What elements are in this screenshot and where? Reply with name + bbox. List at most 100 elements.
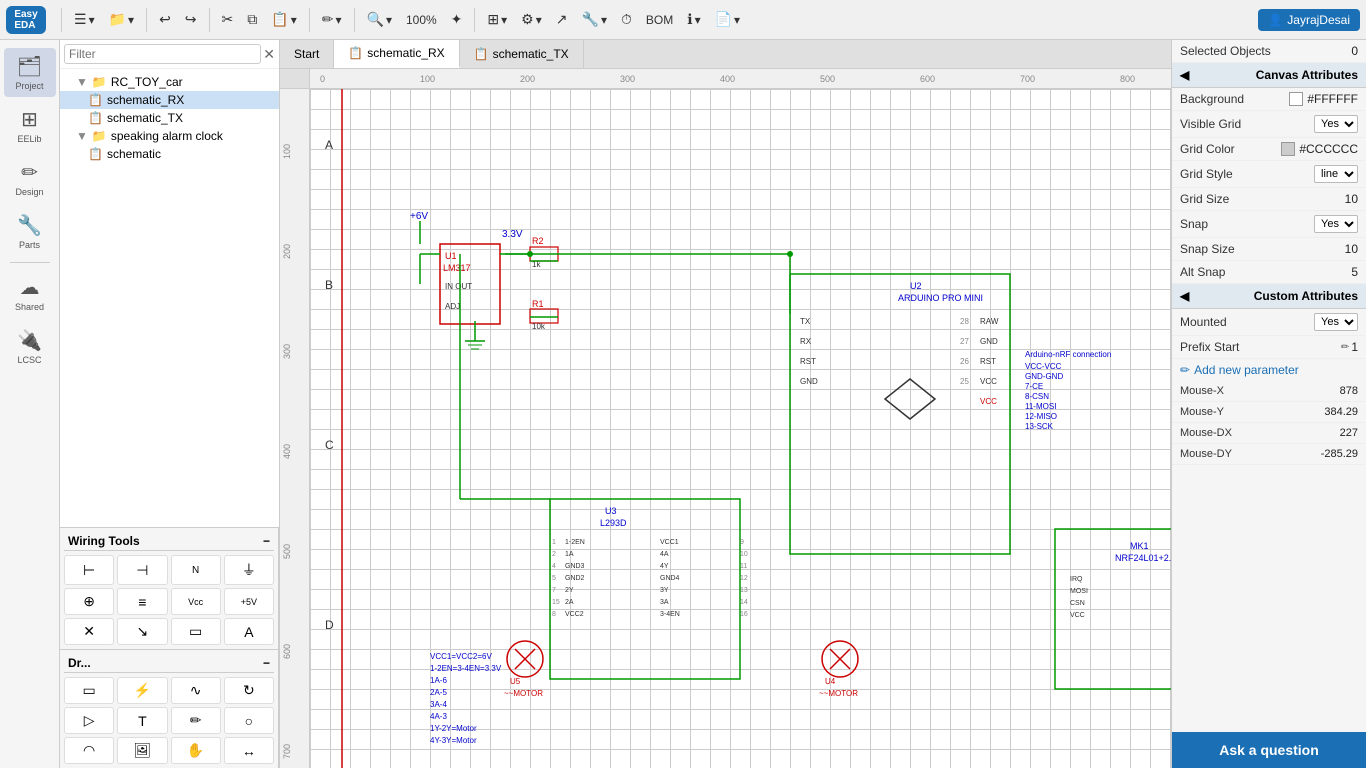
tab-schematic-rx[interactable]: 📋 schematic_RX bbox=[334, 40, 459, 68]
grid-color-group[interactable]: #CCCCCC bbox=[1281, 142, 1358, 156]
bus-tool[interactable]: ≡ bbox=[117, 588, 167, 615]
annotation-tool[interactable]: A bbox=[224, 618, 274, 645]
sidebar-item-project[interactable]: 🗂 Project bbox=[4, 48, 56, 97]
canvas-with-ruler: 100 200 300 400 500 600 700 A B bbox=[280, 89, 1171, 768]
open-button[interactable]: 📁▾ bbox=[104, 8, 139, 31]
snap-select[interactable]: Yes No bbox=[1314, 215, 1358, 233]
svg-text:11: 11 bbox=[740, 563, 747, 570]
svg-text:3Y: 3Y bbox=[660, 587, 669, 594]
tree-item-alarm[interactable]: ▼ 📁 speaking alarm clock bbox=[60, 127, 279, 145]
user-button[interactable]: 👤 JayrajDesai bbox=[1258, 9, 1360, 31]
tab-schematic-tx[interactable]: 📋 schematic_TX bbox=[460, 40, 584, 68]
zoom-percent-button[interactable]: 100% bbox=[401, 10, 442, 30]
prefix-start-edit-icon[interactable]: ✏ bbox=[1341, 342, 1349, 353]
ask-question-button[interactable]: Ask a question bbox=[1172, 732, 1366, 768]
mounted-select[interactable]: Yes No bbox=[1314, 313, 1358, 331]
draw-tools-collapse-icon[interactable]: − bbox=[263, 656, 270, 670]
prefix-start-group: ✏ 1 bbox=[1341, 340, 1358, 354]
svg-text:7-CE: 7-CE bbox=[1025, 382, 1043, 391]
background-color-box[interactable] bbox=[1289, 92, 1303, 106]
grid-color-box[interactable] bbox=[1281, 142, 1295, 156]
draw-button[interactable]: ✏▾ bbox=[317, 8, 347, 31]
sidebar-item-parts[interactable]: 🔧 Parts bbox=[4, 207, 56, 256]
tree-item-schematic-tx[interactable]: 📋 schematic_TX bbox=[60, 109, 279, 127]
zoom-button[interactable]: 🔍▾ bbox=[362, 8, 397, 31]
sidebar-item-design[interactable]: ✏ Design bbox=[4, 154, 56, 203]
text-tool[interactable]: T bbox=[117, 707, 167, 734]
svg-text:CSN: CSN bbox=[1070, 600, 1085, 607]
tab-schematic-rx-label: schematic_RX bbox=[367, 46, 444, 60]
arrow-tool[interactable]: ▷ bbox=[64, 707, 114, 734]
tab-schematic-rx-icon: 📋 bbox=[348, 46, 363, 60]
power-port-tool[interactable]: ⏚ bbox=[224, 555, 274, 585]
svg-text:8-CSN: 8-CSN bbox=[1025, 392, 1049, 401]
logo[interactable]: EasyEDA bbox=[6, 6, 46, 34]
settings-button[interactable]: ⚙▾ bbox=[516, 8, 547, 31]
arc-tool[interactable]: ◠ bbox=[64, 737, 114, 764]
elib-icon: ⊞ bbox=[21, 107, 38, 132]
tree-item-schematic-alarm[interactable]: 📋 schematic bbox=[60, 145, 279, 163]
sidebar-item-shared[interactable]: ☁ Shared bbox=[4, 269, 56, 318]
hand-tool[interactable]: ✋ bbox=[171, 737, 221, 764]
filter-input[interactable] bbox=[64, 44, 261, 64]
filter-clear-button[interactable]: ✕ bbox=[263, 46, 275, 63]
vcc-tool[interactable]: Vcc bbox=[171, 588, 221, 615]
visible-grid-select[interactable]: Yes No bbox=[1314, 115, 1358, 133]
net-label-tool[interactable]: N bbox=[171, 555, 221, 585]
grid-button[interactable]: ⊞▾ bbox=[482, 8, 512, 31]
measure-tool[interactable]: ↔ bbox=[224, 737, 274, 764]
bus-entry-tool[interactable]: ↘ bbox=[117, 618, 167, 645]
box-tool[interactable]: ▭ bbox=[171, 618, 221, 645]
ruler-100: 100 bbox=[420, 74, 435, 84]
copy-button[interactable]: ⧉ bbox=[242, 8, 262, 31]
canvas-wrapper[interactable]: 0 100 200 300 400 500 600 700 800 100 20… bbox=[280, 69, 1171, 768]
tree-item-schematic-rx[interactable]: 📋 schematic_RX bbox=[60, 91, 279, 109]
folder-expand-icon: ▼ bbox=[76, 75, 88, 89]
add-param-row[interactable]: ✏ Add new parameter bbox=[1172, 359, 1366, 381]
svg-text:RAW: RAW bbox=[980, 317, 999, 326]
redo-button[interactable]: ↪ bbox=[180, 8, 202, 31]
star-button[interactable]: ✦ bbox=[446, 8, 468, 31]
info-button[interactable]: ℹ▾ bbox=[682, 8, 705, 31]
wiring-tools-collapse-icon[interactable]: − bbox=[263, 534, 270, 548]
tree-label-schematic-tx: schematic_TX bbox=[107, 111, 183, 125]
junction-tool[interactable]: ⊕ bbox=[64, 588, 114, 615]
svg-text:VCC: VCC bbox=[1070, 612, 1085, 619]
circle-tool[interactable]: ○ bbox=[224, 707, 274, 734]
tab-start[interactable]: Start bbox=[280, 40, 334, 68]
rect-tool[interactable]: ▭ bbox=[64, 677, 114, 704]
wire-tool[interactable]: ⊢ bbox=[64, 555, 114, 585]
history-button[interactable]: ⏱ bbox=[616, 8, 637, 31]
share-button[interactable]: ↗ bbox=[551, 8, 573, 31]
cut-button[interactable]: ✂ bbox=[217, 8, 239, 31]
snap-size-value: 10 bbox=[1345, 242, 1358, 256]
svg-text:3A-4: 3A-4 bbox=[430, 700, 447, 709]
file-menu-button[interactable]: ☰▾ bbox=[69, 8, 100, 31]
rotate-tool[interactable]: ↻ bbox=[224, 677, 274, 704]
image-tool[interactable]: 🖼 bbox=[117, 737, 167, 764]
undo-button[interactable]: ↩ bbox=[154, 8, 176, 31]
snap-row: Snap Yes No bbox=[1172, 211, 1366, 238]
lightning-tool[interactable]: ⚡ bbox=[117, 677, 167, 704]
svg-text:4Y: 4Y bbox=[660, 563, 669, 570]
pen-tool[interactable]: ✏ bbox=[171, 707, 221, 734]
schematic-canvas[interactable]: A B C D +6V U1 LM317 IN OUT ADJ bbox=[310, 89, 1171, 768]
curve-tool[interactable]: ∿ bbox=[171, 677, 221, 704]
tree-item-rc-toy[interactable]: ▼ 📁 RC_TOY_car bbox=[60, 73, 279, 91]
5v-tool[interactable]: +5V bbox=[224, 588, 274, 615]
tab-schematic-tx-icon: 📋 bbox=[474, 47, 489, 61]
tree-label-alarm: speaking alarm clock bbox=[111, 129, 223, 143]
net-port-tool[interactable]: ⊣ bbox=[117, 555, 167, 585]
export-button[interactable]: 📄▾ bbox=[710, 8, 745, 31]
tools-button[interactable]: 🔧▾ bbox=[577, 8, 612, 31]
bom-button[interactable]: BOM bbox=[641, 10, 678, 30]
sidebar-item-elib[interactable]: ⊞ EELib bbox=[4, 101, 56, 150]
background-value-group[interactable]: #FFFFFF bbox=[1289, 92, 1358, 106]
svg-text:GND: GND bbox=[980, 337, 998, 346]
sidebar-item-lcsc[interactable]: 🔌 LCSC bbox=[4, 322, 56, 371]
draw-tools-title: Dr... bbox=[68, 656, 91, 670]
svg-text:VCC2: VCC2 bbox=[565, 611, 584, 618]
no-conn-tool[interactable]: ✕ bbox=[64, 618, 114, 645]
paste-button[interactable]: 📋▾ bbox=[266, 8, 301, 31]
grid-style-select[interactable]: line dot bbox=[1314, 165, 1358, 183]
